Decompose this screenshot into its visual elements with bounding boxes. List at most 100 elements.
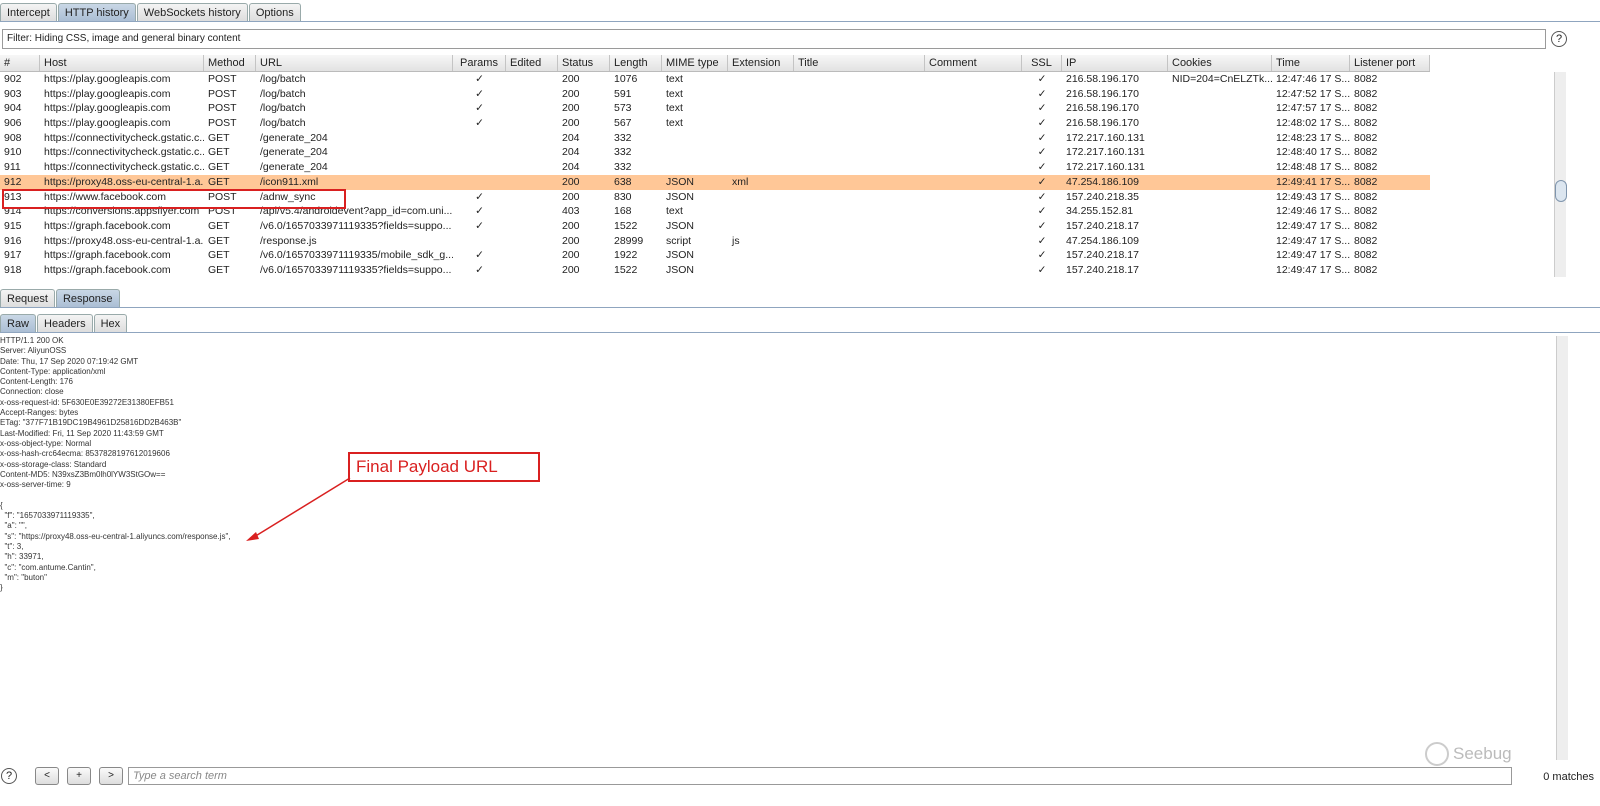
table-cell: 567: [614, 117, 632, 130]
table-cell: 12:49:41 17 S...: [1276, 175, 1350, 188]
table-cell: [925, 263, 1022, 278]
table-cell: [794, 116, 925, 131]
table-cell: [1168, 190, 1272, 205]
table-cell: [794, 175, 925, 190]
table-cell: 1922: [614, 249, 638, 262]
table-cell: [1168, 145, 1272, 160]
table-cell: 12:49:47 17 S...: [1276, 219, 1350, 232]
column-header[interactable]: Comment: [925, 55, 1022, 71]
table-cell: [925, 160, 1022, 175]
watermark-text: Seebug: [1453, 744, 1512, 763]
help-icon[interactable]: ?: [1551, 31, 1567, 47]
table-cell: [1168, 87, 1272, 102]
column-header[interactable]: SSL: [1022, 55, 1062, 71]
table-cell: [794, 72, 925, 87]
table-cell: 1522: [614, 263, 638, 276]
table-cell: 157.240.218.35: [1066, 190, 1139, 203]
table-cell: [925, 101, 1022, 116]
table-cell: JSON: [666, 249, 695, 262]
table-cell: 8082: [1354, 73, 1378, 85]
table-cell: ✓: [1037, 234, 1047, 247]
table-cell: [728, 248, 794, 263]
table-cell: ✓: [1037, 190, 1047, 203]
table-cell: [728, 145, 794, 160]
table-cell: 8082: [1354, 190, 1378, 203]
table-cell: 8082: [1354, 102, 1378, 115]
table-cell: 12:49:47 17 S...: [1276, 234, 1350, 247]
table-cell: [662, 131, 728, 146]
table-cell: [1168, 263, 1272, 278]
table-cell: [925, 72, 1022, 87]
search-input[interactable]: Type a search term: [128, 767, 1512, 785]
table-cell: 216.58.196.170: [1066, 102, 1139, 115]
table-cell: [662, 145, 728, 160]
help-icon[interactable]: ?: [1, 768, 17, 784]
table-cell: 12:49:47 17 S...: [1276, 249, 1350, 262]
table-cell: [1168, 116, 1272, 131]
table-cell: [925, 116, 1022, 131]
table-cell: [925, 248, 1022, 263]
table-cell: 8082: [1354, 205, 1378, 218]
table-cell: 28999: [614, 234, 644, 247]
prev-match-button[interactable]: <: [35, 767, 59, 785]
table-cell: 157.240.218.17: [1066, 219, 1139, 232]
table-cell: [728, 204, 794, 219]
table-cell: ✓: [1037, 131, 1047, 144]
table-cell: JSON: [666, 190, 695, 203]
table-cell: 638: [614, 175, 632, 188]
table-cell: 12:49:46 17 S...: [1276, 205, 1350, 218]
table-cell: 8082: [1354, 219, 1378, 232]
table-cell: text: [666, 117, 683, 130]
seebug-watermark: Seebug: [1425, 742, 1512, 766]
table-cell: 8082: [1354, 131, 1378, 144]
table-cell: JSON: [666, 219, 695, 232]
table-cell: 830: [614, 190, 632, 203]
add-button[interactable]: +: [67, 767, 91, 785]
table-cell: ✓: [1037, 161, 1047, 174]
table-cell: 1076: [614, 73, 638, 85]
table-cell: 12:47:46 17 S...: [1276, 73, 1350, 85]
table-cell: 12:48:40 17 S...: [1276, 146, 1350, 159]
table-cell: 216.58.196.170: [1066, 87, 1139, 100]
column-header[interactable]: Time: [1272, 55, 1350, 71]
seebug-logo-icon: [1425, 742, 1449, 766]
table-cell: 8082: [1354, 175, 1378, 188]
match-count: 0 matches: [1543, 771, 1594, 783]
table-cell: [1168, 234, 1272, 249]
column-header[interactable]: Title: [794, 55, 925, 71]
table-cell: [925, 175, 1022, 190]
next-match-button[interactable]: >: [99, 767, 123, 785]
table-scrollbar[interactable]: [1554, 72, 1567, 277]
column-header[interactable]: IP: [1062, 55, 1168, 71]
table-cell: [1168, 101, 1272, 116]
response-scrollbar[interactable]: [1556, 336, 1568, 760]
column-header[interactable]: MIME type: [662, 55, 728, 71]
table-cell: [728, 160, 794, 175]
table-cell: 172.217.160.131: [1066, 161, 1145, 174]
table-cell: ✓: [1037, 87, 1047, 100]
table-cell: 12:48:48 17 S...: [1276, 161, 1350, 174]
table-cell: text: [666, 87, 683, 100]
column-header[interactable]: Cookies: [1168, 55, 1272, 71]
table-cell: [1168, 219, 1272, 234]
table-cell: [728, 87, 794, 102]
table-cell: ✓: [1037, 102, 1047, 115]
table-cell: 168: [614, 205, 632, 218]
table-cell: JSON: [666, 175, 695, 188]
table-cell: 216.58.196.170: [1066, 117, 1139, 130]
table-cell: 157.240.218.17: [1066, 249, 1139, 262]
table-cell: [728, 101, 794, 116]
table-cell: [794, 190, 925, 205]
column-header[interactable]: Extension: [728, 55, 794, 71]
table-cell: [728, 190, 794, 205]
scroll-thumb[interactable]: [1555, 180, 1567, 202]
column-header[interactable]: Length: [610, 55, 662, 71]
table-cell: [728, 219, 794, 234]
table-cell: [794, 101, 925, 116]
table-cell: 8082: [1354, 249, 1378, 262]
table-cell: [728, 131, 794, 146]
column-header[interactable]: Listener port: [1350, 55, 1430, 71]
table-cell: [794, 204, 925, 219]
table-cell: 216.58.196.170: [1066, 73, 1139, 85]
table-cell: 8082: [1354, 234, 1378, 247]
